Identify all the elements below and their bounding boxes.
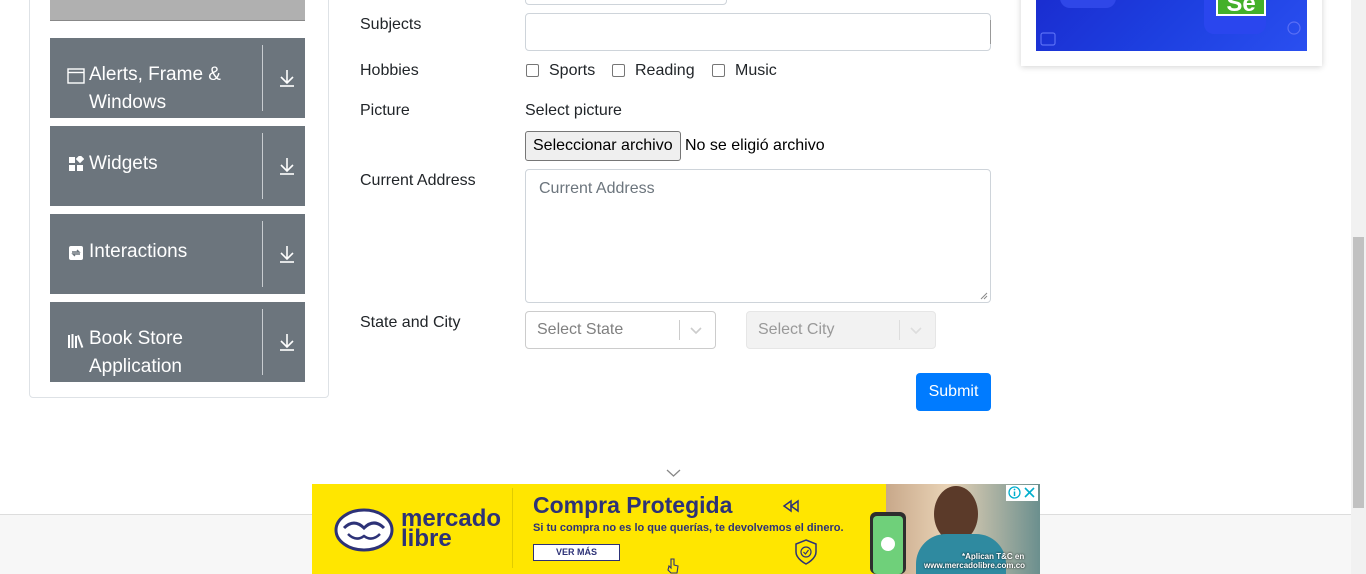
chevron-down-icon <box>910 327 922 335</box>
right-ad-banner[interactable]: / Se <box>1036 0 1307 51</box>
current-address-label: Current Address <box>360 172 476 189</box>
sidebar-group-label: Book Store Application <box>89 328 183 377</box>
checkbox-label-sports[interactable]: Sports <box>549 62 595 80</box>
ad-headline: Compra Protegida <box>533 492 733 518</box>
state-select[interactable]: Select State <box>525 311 716 349</box>
divider <box>262 133 263 199</box>
collapse-ad-chevron-icon[interactable] <box>666 468 681 478</box>
ad-divider <box>512 488 513 568</box>
divider <box>262 45 263 111</box>
resize-handle-icon[interactable] <box>980 292 988 300</box>
sidebar-item-partial[interactable] <box>50 0 305 21</box>
ad-choices <box>1006 485 1038 501</box>
bottom-ad-banner[interactable]: mercado libre Compra Protegida Si tu com… <box>312 484 1040 574</box>
chevron-down-icon <box>690 327 702 335</box>
current-address-textarea[interactable]: Current Address <box>525 169 991 303</box>
checkbox-label-reading[interactable]: Reading <box>635 62 695 80</box>
ad-info-icon[interactable] <box>1008 486 1021 499</box>
file-choose-button[interactable]: Seleccionar archivo <box>525 131 681 161</box>
divider <box>262 309 263 375</box>
shield-check-icon <box>795 539 817 565</box>
sidebar-group-interactions[interactable]: Interactions <box>50 214 305 294</box>
ad-brand-line2: libre <box>401 525 452 552</box>
checkbox-sports[interactable] <box>526 64 539 77</box>
check-circle-icon <box>881 537 895 551</box>
mercadolibre-logo-icon <box>334 508 394 552</box>
hobbies-label: Hobbies <box>360 62 419 79</box>
interactions-icon <box>67 245 85 263</box>
select-picture-label: Select picture <box>525 102 622 119</box>
text-cursor <box>990 20 991 44</box>
window-icon <box>67 68 85 86</box>
ad-subline: Si tu compra no es lo que querías, te de… <box>533 522 844 534</box>
checkbox-label-music[interactable]: Music <box>735 62 777 80</box>
subjects-input[interactable] <box>525 13 991 51</box>
sidebar-group-alerts[interactable]: Alerts, Frame & Windows <box>50 38 305 118</box>
select-divider <box>899 320 900 340</box>
browser-icon <box>1040 32 1056 46</box>
city-select[interactable]: Select City <box>746 311 936 349</box>
ad-phone <box>870 512 906 574</box>
widgets-icon <box>67 154 85 174</box>
ad-legal-line2: www.mercadolibre.com.co <box>924 561 1026 570</box>
sidebar-group-bookstore[interactable]: Book Store Application <box>50 302 305 382</box>
globe-icon <box>1287 21 1301 35</box>
file-status-text: No se eligió archivo <box>685 137 825 154</box>
picture-label: Picture <box>360 102 410 119</box>
subjects-label: Subjects <box>360 16 422 33</box>
submit-button[interactable]: Submit <box>916 373 991 411</box>
checkbox-reading[interactable] <box>612 64 625 77</box>
rewind-icon <box>782 499 799 513</box>
download-arrow-icon[interactable] <box>277 126 297 206</box>
sidebar-group-label: Interactions <box>89 241 188 262</box>
sidebar-group-label: Widgets <box>89 153 158 174</box>
ad-cta-button[interactable]: VER MÁS <box>533 544 620 561</box>
download-arrow-icon[interactable] <box>277 38 297 118</box>
pointer-hand-icon <box>667 558 679 574</box>
download-arrow-icon[interactable] <box>277 302 297 382</box>
checkbox-music[interactable] <box>712 64 725 77</box>
select-divider <box>679 320 680 340</box>
state-placeholder: Select State <box>537 321 624 338</box>
ad-shape <box>1060 0 1116 8</box>
divider <box>262 221 263 287</box>
city-placeholder: Select City <box>758 321 835 338</box>
ad-close-icon[interactable] <box>1023 486 1036 499</box>
date-of-birth-input-partial[interactable] <box>525 0 727 5</box>
sidebar-group-widgets[interactable]: Widgets <box>50 126 305 206</box>
ad-legal-line1: *Aplican T&C en <box>962 552 1025 561</box>
scrollbar-thumb[interactable] <box>1353 237 1364 508</box>
selenium-badge: Se <box>1216 0 1266 16</box>
download-arrow-icon[interactable] <box>277 214 297 294</box>
books-icon <box>67 333 85 351</box>
state-city-label: State and City <box>360 314 461 331</box>
sidebar-group-label: Alerts, Frame & Windows <box>89 64 221 113</box>
textarea-placeholder: Current Address <box>539 180 655 197</box>
